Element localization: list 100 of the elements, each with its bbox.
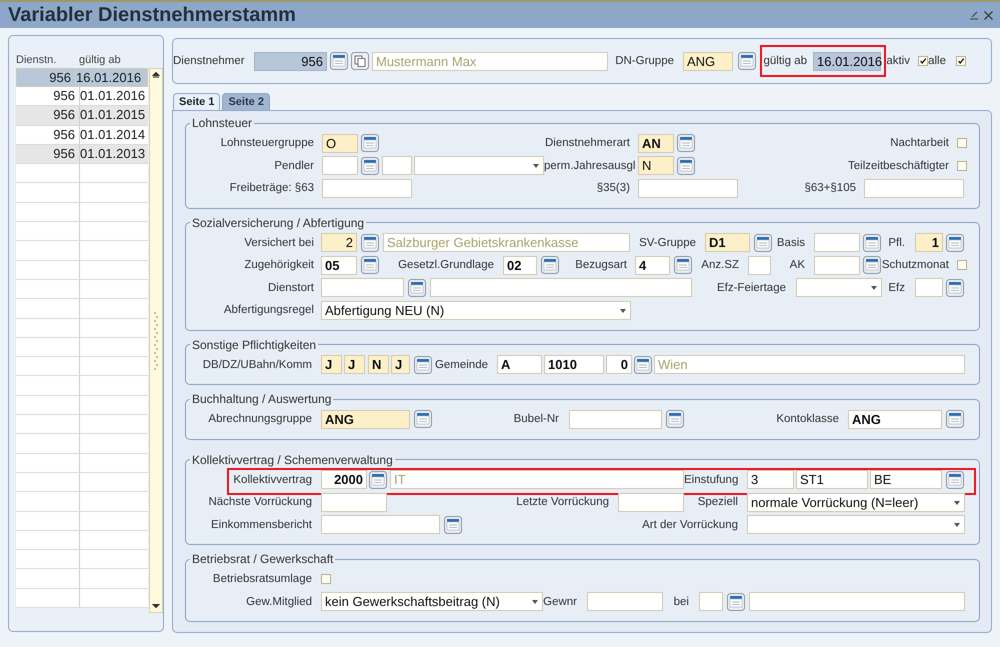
input-field[interactable]: 1010 [544,355,604,374]
input-field[interactable] [748,256,771,275]
lookup-button[interactable] [945,470,965,489]
input-field[interactable] [322,178,412,198]
lookup-button[interactable] [408,278,426,297]
field-label: Pendler [273,160,315,172]
minimize-icon[interactable] [968,10,979,20]
input-field[interactable]: 05 [321,256,357,275]
input-field[interactable] [814,233,860,252]
input-field[interactable] [321,492,387,512]
tab[interactable]: Seite 1 [173,93,220,110]
lookup-button[interactable] [665,410,684,428]
field-label: Anz.SZ [700,259,740,272]
checkbox[interactable] [957,138,967,148]
dropdown[interactable]: kein Gewerkschaftsbeitrag (N) [321,592,543,612]
input-field[interactable] [569,410,662,429]
input-field[interactable]: D1 [705,233,750,252]
input-field[interactable] [618,492,684,512]
checkbox[interactable] [957,160,967,171]
input-field[interactable]: 16.01.2016 [813,52,881,70]
input-field[interactable] [382,156,412,176]
lookup-button[interactable] [541,256,559,274]
input-field[interactable]: N [368,355,389,374]
list-row[interactable]: 956 01.01.2014 [16,126,148,145]
lookup-button[interactable] [368,470,388,489]
input-field[interactable]: ANG [848,410,942,429]
lookup-button[interactable] [330,52,348,70]
input-field[interactable]: J [321,355,342,374]
input-field[interactable]: BE [870,470,942,490]
close-icon[interactable] [983,10,994,20]
input-field[interactable] [749,592,965,612]
lookup-button[interactable] [754,234,772,252]
input-field[interactable]: ANG [321,410,410,429]
input-field[interactable] [699,592,723,612]
input-field[interactable] [915,278,943,298]
lookup-button[interactable] [360,134,380,152]
lookup-button[interactable] [413,410,433,428]
field-label: Nachtarbeit [889,137,950,150]
section-title: Sozialversicherung / Abfertigung [191,216,366,230]
checkbox[interactable] [918,56,928,66]
lookup-button[interactable] [862,256,881,274]
input-field[interactable]: A [497,355,542,374]
table-cell-text: 01.01.2013 [80,144,146,163]
list-row[interactable]: 956 01.01.2013 [16,144,148,164]
input-field[interactable]: 0 [606,355,632,374]
lookup-button[interactable] [945,234,965,252]
input-field[interactable]: 3 [747,470,794,490]
lookup-button[interactable] [361,234,379,252]
input-field[interactable]: 1 [915,233,943,252]
input-field[interactable]: N [638,156,674,176]
lookup-button[interactable] [676,134,696,152]
input-field[interactable] [814,256,860,275]
lookup-button[interactable] [413,356,433,374]
input-field[interactable] [638,178,738,198]
tab[interactable]: Seite 2 [222,93,270,110]
list-row[interactable]: 956 01.01.2015 [16,106,148,126]
lookup-button[interactable] [738,52,756,70]
checkbox[interactable] [957,260,967,270]
field-label: Abrechnungsgruppe [207,413,313,426]
input-field[interactable] [321,278,404,298]
lookup-button[interactable] [361,256,379,274]
window-title: Variabler Dienstnehmerstamm [8,4,297,26]
lookup-button[interactable] [360,156,380,175]
lookup-button[interactable] [862,234,881,252]
input-field[interactable] [322,156,358,176]
input-field[interactable]: 4 [635,256,670,275]
input-field[interactable]: J [344,355,365,374]
lookup-button[interactable] [945,278,965,297]
lookup-button[interactable] [676,156,696,175]
dropdown[interactable]: normale Vorrückung (N=leer) [747,492,965,512]
input-field[interactable]: AN [638,134,674,153]
input-field[interactable]: O [322,134,358,153]
input-field[interactable] [321,515,440,534]
lookup-button[interactable] [443,516,463,534]
input-field[interactable]: ANG [683,52,733,70]
input-field[interactable]: J [391,355,410,374]
list-row[interactable]: 956 01.01.2016 [16,87,148,106]
scroll-grip-icon[interactable] [153,310,159,370]
table-cell-text: 16.01.2016 [76,69,142,86]
dropdown[interactable]: Abfertigung NEU (N) [321,300,631,320]
field-label: DB/DZ/UBahn/Komm [202,358,313,371]
lookup-button[interactable] [945,410,965,428]
input-field[interactable]: ST1 [796,470,868,490]
input-field[interactable]: 02 [503,256,537,275]
checkbox[interactable] [956,56,966,66]
input-field[interactable] [587,592,663,612]
lookup-button[interactable] [634,356,652,374]
display-field: Wien [654,355,965,374]
field-label: Gewnr [543,596,578,608]
input-field[interactable]: 956 [254,52,327,70]
input-field[interactable] [430,278,692,298]
list-row[interactable]: 956 16.01.2016 [16,68,148,87]
lookup-button[interactable] [726,592,746,611]
scrollbar[interactable] [149,68,163,613]
copy-button[interactable] [351,52,369,70]
checkbox[interactable] [321,574,331,584]
input-field[interactable]: 2000 [321,470,367,490]
input-field[interactable]: 2 [321,233,357,252]
input-field[interactable] [864,178,964,198]
lookup-button[interactable] [674,256,692,274]
